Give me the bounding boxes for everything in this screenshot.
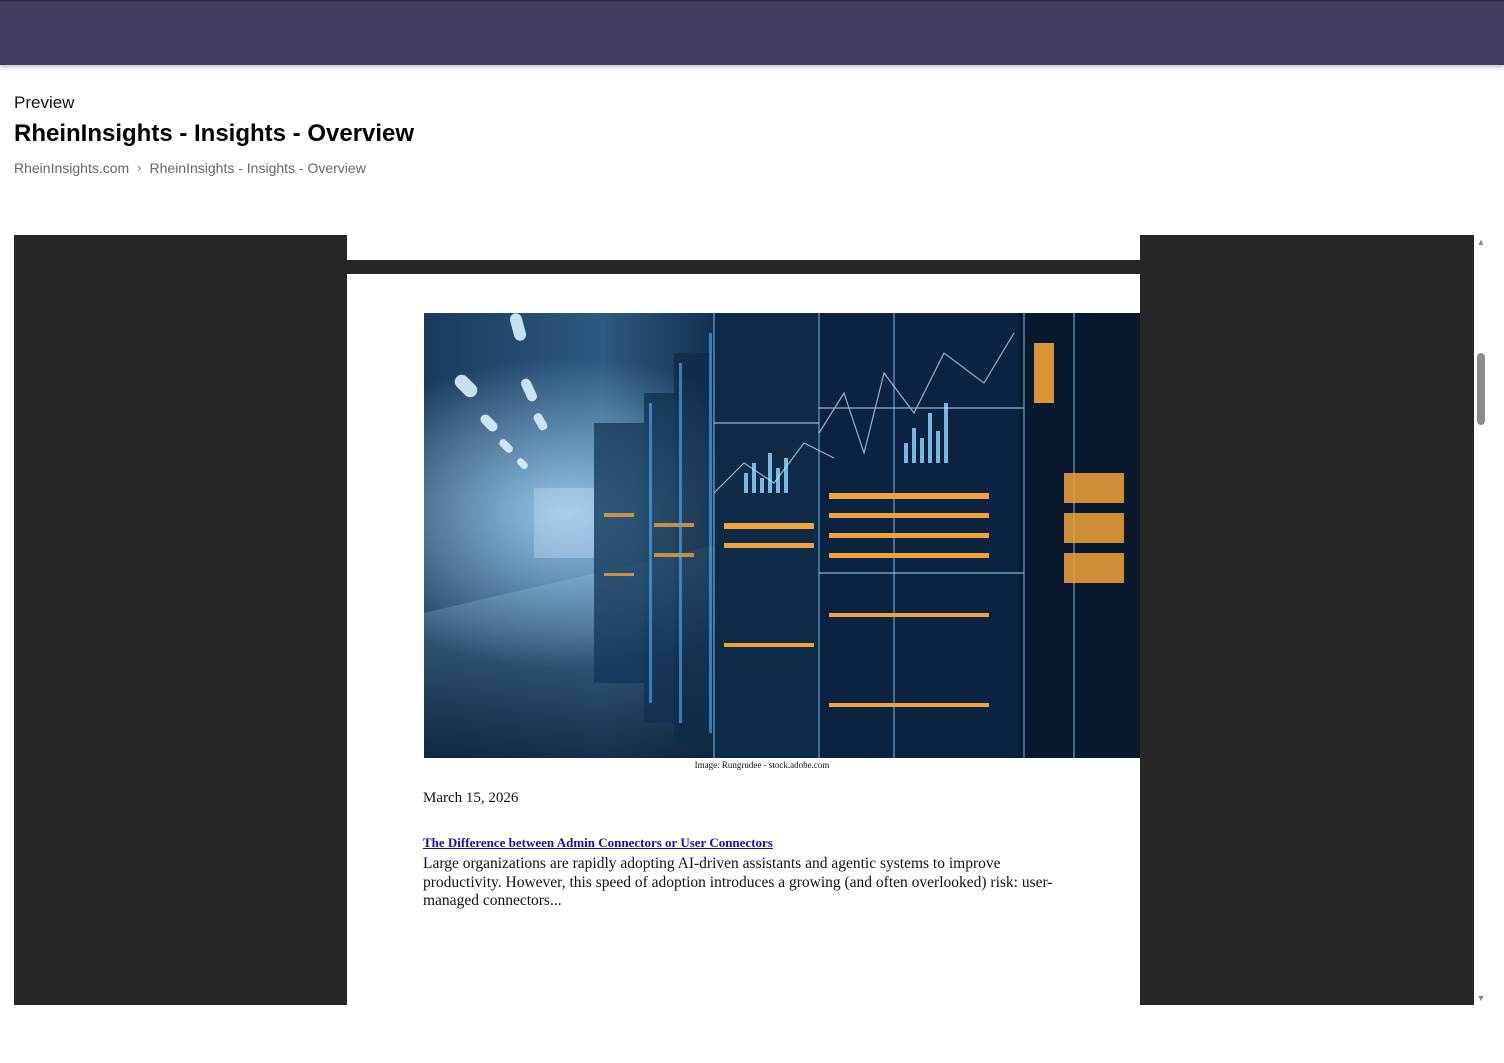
scroll-up-arrow-icon[interactable]: ▲ — [1476, 237, 1486, 247]
scroll-down-arrow-icon[interactable]: ▼ — [1476, 993, 1486, 1003]
document-viewer[interactable]: Image: Rungrudee - stock.adobe.com March… — [14, 235, 1474, 1005]
article-title-link[interactable]: The Difference between Admin Connectors … — [423, 835, 773, 851]
article-excerpt: Large organizations are rapidly adopting… — [423, 855, 1053, 909]
breadcrumb-separator-icon: › — [137, 160, 142, 175]
previous-page-bottom — [347, 235, 1140, 260]
page-header: Preview RheinInsights - Insights - Overv… — [14, 92, 414, 177]
top-app-bar — [0, 0, 1504, 65]
breadcrumb-current: RheinInsights - Insights - Overview — [149, 160, 366, 176]
preview-label: Preview — [14, 93, 75, 112]
breadcrumb-root-link[interactable]: RheinInsights.com — [14, 159, 129, 177]
server-room-image — [424, 313, 1140, 758]
image-caption: Image: Rungrudee - stock.adobe.com — [694, 760, 830, 770]
viewer-scrollbar[interactable]: ▲ ▼ — [1474, 235, 1488, 1005]
document-page: Image: Rungrudee - stock.adobe.com March… — [347, 274, 1140, 1005]
article-date: March 15, 2026 — [423, 790, 519, 806]
scroll-thumb[interactable] — [1477, 353, 1485, 425]
page-title: RheinInsights - Insights - Overview — [14, 120, 415, 147]
breadcrumb: RheinInsights.com › RheinInsights - Insi… — [14, 159, 414, 177]
